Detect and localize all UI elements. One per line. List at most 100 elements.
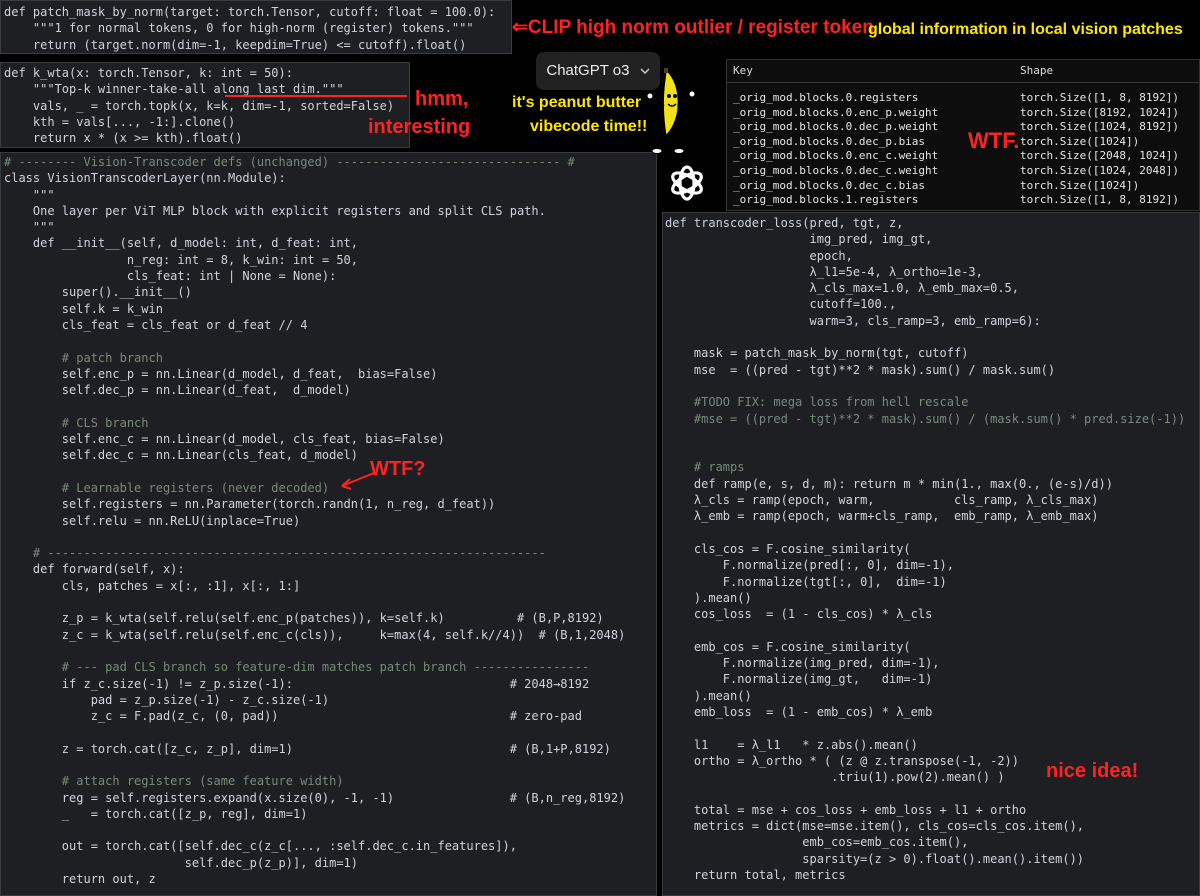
table-cell-shape: torch.Size([1024, 2048]): [1020, 164, 1179, 177]
loss-code-line: metrics = dict(mse=mse.item(), cls_cos=c…: [665, 818, 1085, 833]
layer-code-line: cls_feat: int | None = None):: [4, 269, 337, 284]
loss-code-line: ).mean(): [665, 590, 752, 605]
mask-code-line: return (target.norm(dim=-1, keepdim=True…: [4, 37, 467, 52]
annotation-nice-idea: nice idea!: [1046, 760, 1139, 782]
loss-code-line: [665, 785, 1199, 801]
table-cell-key: _orig_mod.blocks.0.dec_c.weight: [733, 164, 939, 177]
table-cell-shape: torch.Size([1, 8, 8192]): [1020, 193, 1179, 207]
layer-code-line: [4, 529, 656, 545]
loss-code-line: def transcoder_loss(pred, tgt, z,: [665, 216, 904, 230]
loss-code-line: #TODO FIX: mega loss from hell rescale: [665, 395, 969, 410]
loss-code-line: [665, 525, 1199, 541]
loss-code-line: total = mse + cos_loss + emb_loss + l1 +…: [665, 802, 1027, 817]
layer-code-line: # --- pad CLS branch so feature-dim matc…: [4, 660, 590, 675]
loss-code-line: emb_cos = F.cosine_similarity(: [665, 639, 911, 654]
loss-code-line: λ_cls = ramp(epoch, warm, cls_ramp, λ_cl…: [665, 493, 1099, 508]
layer-code-line: # CLS branch: [4, 415, 149, 430]
layer-code-line: super().__init__(): [4, 285, 192, 300]
loss-code-line: def ramp(e, s, d, m): return m * min(1.,…: [665, 476, 1113, 491]
layer-code-line: z_c = F.pad(z_c, (0, pad)) # zero-pad: [4, 709, 582, 724]
layer-code-line: [4, 398, 656, 414]
table-row: _orig_mod.blocks.0.dec_p.bias torch.Size(…: [727, 135, 1199, 150]
annotation-interesting: interesting: [368, 116, 471, 138]
layer-code-line: def forward(self, x):: [4, 562, 185, 577]
loss-code-line: [665, 720, 1199, 736]
annotation-wtf-code: WTF?: [370, 458, 426, 480]
table-cell-shape: torch.Size([2048, 1024]): [1020, 149, 1179, 163]
loss-code-line: F.normalize(pred[:, 0], dim=-1),: [665, 558, 954, 573]
code-block: # -------- Vision-Transcoder defs (uncha…: [4, 154, 656, 887]
loss-code-line: [665, 427, 1199, 443]
loss-code-line: ).mean(): [665, 688, 752, 703]
mask-code-line: def patch_mask_by_norm(target: torch.Ten…: [4, 5, 496, 19]
table-cell-shape: torch.Size([1024]): [1020, 134, 1140, 148]
arrow-annotation: [341, 472, 375, 490]
annotation-hmm: hmm,: [415, 88, 469, 110]
loss-code-line: λ_cls_max=1.0, λ_emb_max=0.5,: [665, 281, 1020, 296]
model-selector-button[interactable]: ChatGPT o3: [536, 52, 660, 90]
layer-code-line: [4, 594, 656, 610]
table-header: Key Shape: [727, 60, 1199, 83]
layer-code-line: z_p = k_wta(self.relu(self.enc_p(patches…: [4, 611, 604, 626]
table-cell-key: _orig_mod.blocks.0.dec_c.bias: [733, 178, 926, 192]
layer-code-line: n_reg: int = 8, k_win: int = 50,: [4, 252, 359, 267]
state-dict-table: Key Shape _orig_mod.blocks.0.registersto…: [726, 59, 1200, 211]
code-panel-loss: def transcoder_loss(pred, tgt, z, img_pr…: [662, 212, 1200, 896]
layer-code-line: pad = z_p.size(-1) - z_c.size(-1): [4, 692, 330, 707]
layer-code-line: # Learnable registers (never decoded): [4, 480, 330, 495]
code-panel-layer: # -------- Vision-Transcoder defs (uncha…: [0, 152, 657, 896]
table-cell-key: _orig_mod.blocks.0.registers: [733, 91, 919, 104]
table-cell-shape: torch.Size([8192, 1024]): [1020, 105, 1179, 119]
loss-code-line: λ_l1=5e-4, λ_ortho=1e-3,: [665, 264, 983, 279]
table-row: _orig_mod.blocks.0.enc_p.weight torch.Siz…: [727, 106, 1199, 121]
loss-code-line: mask = patch_mask_by_norm(tgt, cutoff): [665, 346, 969, 361]
layer-code-line: # -------- Vision-Transcoder defs (uncha…: [4, 155, 575, 169]
loss-code-line: [665, 443, 1199, 459]
table-cell-shape: torch.Size([1024, 8192]): [1020, 120, 1179, 134]
loss-code-line: [665, 378, 1199, 394]
column-header-key: Key: [733, 64, 753, 77]
mask-code-line: """1 for normal tokens, 0 for high-norm …: [4, 21, 474, 36]
layer-code-line: # attach registers (same feature width): [4, 774, 344, 789]
loss-code-line: mse = ((pred - tgt)**2 * mask).sum() / m…: [665, 362, 1056, 377]
loss-code-line: cls_cos = F.cosine_similarity(: [665, 541, 911, 556]
layer-code-line: if z_c.size(-1) != z_p.size(-1): # 2048→…: [4, 676, 590, 691]
layer-code-line: [4, 464, 656, 480]
layer-code-line: [4, 643, 656, 659]
layer-code-line: self.relu = nn.ReLU(inplace=True): [4, 513, 301, 528]
table-row: _orig_mod.blocks.1.registers torch.Size([…: [727, 193, 1199, 208]
table-cell-key: _orig_mod.blocks.0.enc_p.weight: [733, 105, 939, 119]
loss-code-line: # ramps: [665, 460, 745, 475]
loss-code-line: sparsity=(z > 0).float().mean().item()): [665, 851, 1085, 866]
loss-code-line: cos_loss = (1 - cls_cos) * λ_cls: [665, 607, 933, 622]
layer-code-line: [4, 333, 656, 349]
layer-code-line: self.enc_p = nn.Linear(d_model, d_feat, …: [4, 366, 438, 381]
annotation-wtf-table: WTF.: [968, 128, 1020, 153]
table-cell-key: _orig_mod.blocks.0.dec_p.bias: [733, 134, 926, 148]
loss-code-line: warm=3, cls_ramp=3, emb_ramp=6):: [665, 313, 1041, 328]
layer-code-line: [4, 757, 656, 773]
loss-code-line: epoch,: [665, 248, 853, 263]
kwta-code-line: return x * (x >= kth).float(): [4, 131, 243, 146]
layer-code-line: _ = torch.cat([z_p, reg], dim=1): [4, 806, 308, 821]
table-row: _orig_mod.blocks.0.dec_p.weight torch.Siz…: [727, 120, 1199, 135]
layer-code-line: reg = self.registers.expand(x.size(0), -…: [4, 790, 626, 805]
kwta-code-line: def k_wta(x: torch.Tensor, k: int = 50):: [4, 66, 293, 80]
annotation-vibecode: vibecode time!!: [530, 118, 648, 135]
code-panel-kwta: def k_wta(x: torch.Tensor, k: int = 50):…: [0, 62, 410, 148]
loss-code-line: F.normalize(tgt[:, 0], dim=-1): [665, 574, 947, 589]
table-cell-key: _orig_mod.blocks.0.enc_c.weight: [733, 149, 939, 163]
layer-code-line: """: [4, 187, 55, 202]
layer-code-line: cls, patches = x[:, :1], x[:, 1:]: [4, 578, 301, 593]
loss-code-line: [665, 329, 1199, 345]
kwta-code-line: vals, _ = torch.topk(x, k=k, dim=-1, sor…: [4, 98, 395, 113]
layer-code-line: self.enc_c = nn.Linear(d_model, cls_feat…: [4, 432, 445, 447]
layer-code-line: self.dec_c = nn.Linear(cls_feat, d_model…: [4, 448, 359, 463]
layer-code-line: [4, 822, 656, 838]
loss-code-line: return total, metrics: [665, 867, 846, 882]
layer-code-line: # patch branch: [4, 350, 163, 365]
code-panel-mask: def patch_mask_by_norm(target: torch.Ten…: [0, 0, 512, 54]
annotation-global-info: global information in local vision patch…: [868, 21, 1183, 38]
table-row: _orig_mod.blocks.0.dec_c.weight torch.Siz…: [727, 164, 1199, 179]
kwta-code-line: kth = vals[..., -1:].clone(): [4, 114, 236, 129]
